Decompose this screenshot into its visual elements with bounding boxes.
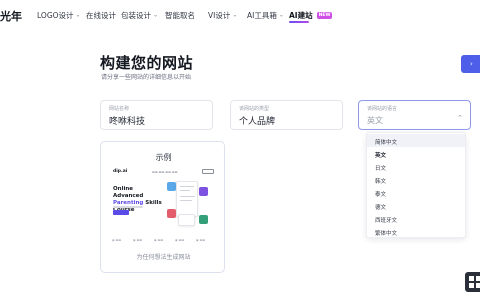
language-option[interactable]: 日文 <box>367 160 465 173</box>
nav-item-logo-design[interactable]: LOGO设计 ⌄ <box>37 10 81 21</box>
language-option[interactable]: 英文 <box>367 147 465 160</box>
preview-partner-logo: ◉ ▬▬ <box>196 238 206 242</box>
chevron-up-icon: ⌃ <box>457 114 463 122</box>
preview-button <box>113 210 129 215</box>
preview-tile-purple <box>199 187 208 196</box>
chevron-down-icon: ⌄ <box>278 11 284 19</box>
new-badge: NEW <box>316 12 333 19</box>
nav-item-label: LOGO设计 <box>37 11 74 20</box>
panel-line <box>180 190 190 191</box>
preview-menu: ▬▬ ▬▬ ▬▬ ▬▬ <box>152 170 178 174</box>
hero-line: Skills <box>145 200 162 206</box>
hero-line: Online Advanced <box>113 186 144 199</box>
site-type-label: 该网站的类型 <box>239 106 270 112</box>
nav-item-ai-toolbox[interactable]: AI工具箱 ⌄ <box>247 10 284 21</box>
site-name-label: 网站名称 <box>109 106 130 112</box>
chevron-down-icon: ⌄ <box>153 11 159 19</box>
preview-tile-blue <box>167 182 176 191</box>
preview-partner-logo: ◉ ▬▬ <box>154 238 164 242</box>
active-nav-underline <box>289 21 309 23</box>
brand-logo[interactable]: 光年 <box>0 8 22 24</box>
preview-text-line <box>113 206 143 208</box>
language-option[interactable]: 西班牙文 <box>367 212 465 225</box>
example-card[interactable]: 示例 dip.ai ▬▬ ▬▬ ▬▬ ▬▬ Online Advanced Pa… <box>100 141 225 273</box>
preview-logo: dip.ai <box>113 169 128 174</box>
chevron-down-icon: ⌄ <box>232 11 238 19</box>
site-name-field[interactable]: 网站名称 咚咻科技 <box>100 100 213 130</box>
site-language-select[interactable]: 该网站的语言 英文 ⌃ <box>358 100 471 130</box>
page-title: 构建您的网站 <box>100 54 194 72</box>
top-nav: 光年 LOGO设计 ⌄ 在线设计 包装设计 ⌄ 智能取名 VI设计 ⌄ AI工具… <box>0 0 480 30</box>
panel-line <box>180 200 192 201</box>
example-card-title: 示例 <box>155 153 172 162</box>
language-option[interactable]: 德文 <box>367 199 465 212</box>
site-type-value: 个人品牌 <box>239 117 276 127</box>
language-option[interactable]: 简体中文 <box>367 134 465 147</box>
site-language-value: 英文 <box>367 116 383 125</box>
example-card-footer: 为任何想法生成网站 <box>136 254 191 261</box>
preview-partner-logo: ◉ ▬▬ <box>112 238 122 242</box>
preview-panel <box>176 181 198 217</box>
chevron-down-icon: ⌄ <box>75 11 81 19</box>
language-dropdown-menu: 简体中文 英文 日文 韩文 泰文 德文 西班牙文 繁体中文 <box>366 132 466 238</box>
site-language-label: 该网站的语言 <box>367 106 398 112</box>
nav-item-label: 在线设计 <box>86 11 116 20</box>
nav-item-label: AI工具箱 <box>247 11 277 20</box>
nav-item-label: 包装设计 <box>121 11 151 20</box>
floating-widget[interactable] <box>465 272 480 292</box>
nav-item-packaging-design[interactable]: 包装设计 ⌄ <box>121 10 158 21</box>
primary-action-button[interactable]: › <box>461 55 480 73</box>
language-option[interactable]: 繁体中文 <box>367 225 465 238</box>
panel-line <box>180 186 194 187</box>
preview-cta <box>202 169 214 174</box>
preview-partner-logo: ◉ ▬▬ <box>175 238 185 242</box>
preview-tile-green <box>199 215 208 224</box>
site-type-field[interactable]: 该网站的类型 个人品牌 <box>230 100 343 130</box>
language-option[interactable]: 韩文 <box>367 173 465 186</box>
preview-partner-logo: ◉ ▬▬ <box>133 238 143 242</box>
nav-item-online-design[interactable]: 在线设计 <box>86 10 116 21</box>
nav-item-label: 智能取名 <box>165 11 195 20</box>
nav-item-ai-site-builder[interactable]: AI建站 NEW <box>289 10 333 21</box>
site-name-value: 咚咻科技 <box>109 117 146 127</box>
preview-panel <box>178 214 195 226</box>
nav-item-label: AI建站 <box>289 11 313 20</box>
preview-tile-red <box>167 209 176 218</box>
nav-item-label: VI设计 <box>208 11 231 20</box>
example-site-preview: dip.ai ▬▬ ▬▬ ▬▬ ▬▬ Online Advanced Paren… <box>110 169 217 249</box>
language-option[interactable]: 泰文 <box>367 186 465 199</box>
nav-item-smart-naming[interactable]: 智能取名 <box>165 10 195 21</box>
nav-item-vi-design[interactable]: VI设计 ⌄ <box>208 10 237 21</box>
panel-line <box>180 196 195 197</box>
grid-icon <box>469 276 480 288</box>
page-subtitle: 请分享一些网站的详细信息以开始 <box>101 74 192 81</box>
